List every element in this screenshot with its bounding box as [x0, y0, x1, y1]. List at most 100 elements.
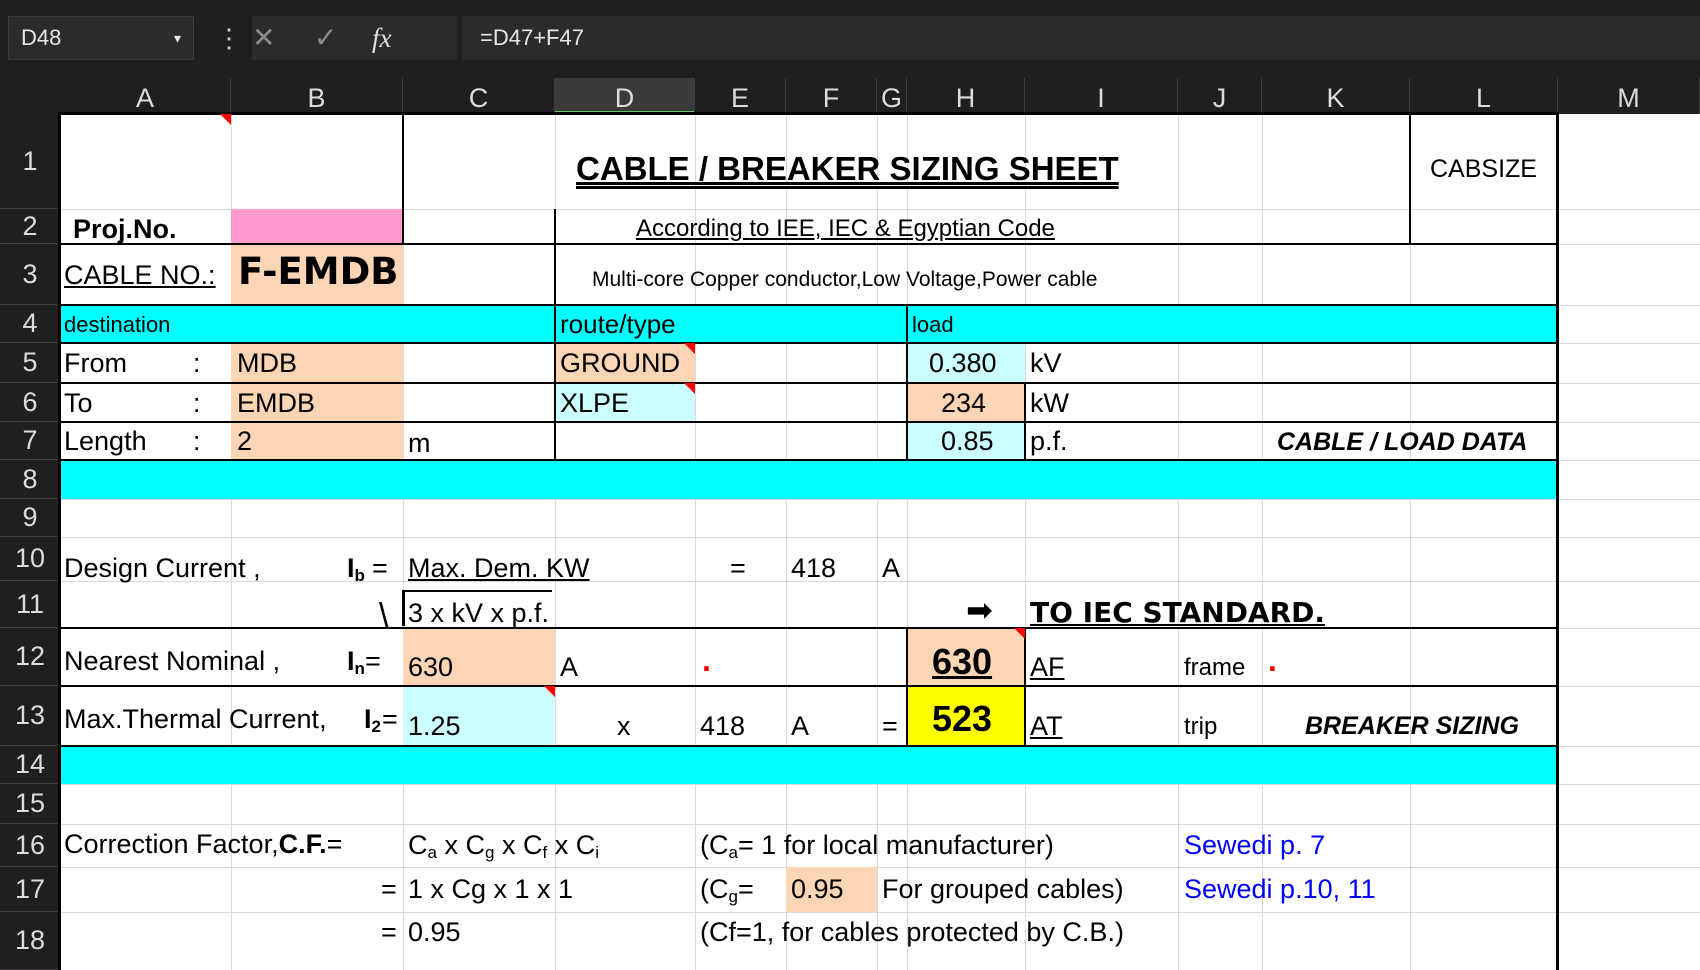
row-header-17[interactable]: 17: [0, 867, 60, 912]
thermal-equals: =: [882, 711, 898, 741]
enter-icon[interactable]: ✓: [314, 16, 344, 60]
pf-unit: p.f.: [1030, 426, 1068, 456]
row-header-4[interactable]: 4: [0, 305, 60, 343]
length-unit: m: [408, 428, 431, 458]
i2-equals: =: [382, 704, 398, 734]
kw-value: 234: [941, 388, 987, 418]
at-value: 523: [932, 698, 993, 739]
length-colon: :: [193, 426, 201, 456]
thermal-base-value: 418: [700, 711, 746, 741]
sewedi-ref-link[interactable]: Sewedi p.10, 11: [1184, 876, 1376, 903]
column-header-e[interactable]: E: [695, 78, 786, 114]
af-value: 630: [932, 641, 993, 682]
thermal-factor-value: 1.25: [408, 711, 461, 741]
column-header-d[interactable]: D: [555, 78, 695, 114]
cable-no-label: CABLE NO.:: [64, 260, 216, 290]
proj-no-input[interactable]: [231, 209, 403, 244]
column-header-g[interactable]: G: [877, 78, 907, 114]
length-value: 2: [237, 426, 253, 456]
to-label: To: [64, 388, 93, 418]
frame-label: frame: [1184, 654, 1246, 681]
insert-function-icon[interactable]: fx: [372, 16, 412, 60]
pf-value: 0.85: [941, 426, 994, 456]
proj-no-label: Proj.No.: [73, 214, 177, 244]
row-header-10[interactable]: 10: [0, 537, 60, 581]
row-header-5[interactable]: 5: [0, 343, 60, 383]
cable-no-value: F-EMDB: [238, 250, 399, 293]
column-headers: A B C D E F G H I J K L M: [0, 78, 1700, 114]
row-header-13[interactable]: 13: [0, 686, 60, 746]
af-label: AF: [1030, 652, 1065, 682]
i2-symbol: I2: [364, 704, 381, 736]
row-header-3[interactable]: 3: [0, 244, 60, 305]
from-colon: :: [193, 348, 201, 378]
column-header-j[interactable]: J: [1178, 78, 1262, 114]
section-band-row4: [60, 305, 1558, 343]
ca-note: (Ca= 1 for local manufacturer): [700, 830, 1054, 862]
row-headers: 1 2 3 4 5 6 7 8 9 10 11 12 13 14 15 16 1…: [0, 114, 60, 970]
row-header-7[interactable]: 7: [0, 422, 60, 460]
nearest-nominal-label: Nearest Nominal ,: [64, 646, 281, 676]
breaker-sizing-label: BREAKER SIZING: [1305, 712, 1519, 740]
row-header-8[interactable]: 8: [0, 460, 60, 499]
length-cell[interactable]: [231, 422, 403, 460]
kw-unit: kW: [1030, 388, 1069, 418]
chevron-down-icon[interactable]: ▾: [174, 17, 181, 59]
design-equals: =: [730, 553, 746, 583]
column-header-m[interactable]: M: [1558, 78, 1700, 114]
length-label: Length: [64, 426, 147, 456]
ib-symbol: Ib: [347, 553, 365, 585]
arrow-right-icon: ➡: [966, 592, 993, 628]
row-header-2[interactable]: 2: [0, 209, 60, 244]
sheet-title: CABLE / BREAKER SIZING SHEET: [576, 150, 1119, 187]
sheet-grid[interactable]: CABLE / BREAKER SIZING SHEET CABSIZE Pro…: [58, 112, 1700, 970]
name-box-value: D48: [21, 25, 62, 50]
section-band-row8: [60, 460, 1558, 499]
row-header-16[interactable]: 16: [0, 824, 60, 867]
column-header-i[interactable]: I: [1025, 78, 1178, 114]
row-header-11[interactable]: 11: [0, 581, 60, 628]
formula-input[interactable]: =D47+F47: [462, 16, 1700, 60]
cf-note: (Cf=1, for cables protected by C.B.): [700, 917, 1124, 947]
nearest-nominal-value: 630: [408, 652, 454, 682]
formula-bar: D48 ▾ ⋮ ✕ ✓ fx =D47+F47: [0, 0, 1700, 78]
row-header-9[interactable]: 9: [0, 499, 60, 537]
column-header-f[interactable]: F: [786, 78, 877, 114]
sheet-code: CABSIZE: [1430, 155, 1537, 183]
nearest-nominal-unit: A: [560, 652, 579, 682]
denominator: 3 x kV x p.f.: [408, 598, 550, 628]
row-header-1[interactable]: 1: [0, 114, 60, 209]
thermal-base-unit: A: [791, 711, 810, 741]
more-options-icon[interactable]: ⋮: [216, 18, 242, 58]
cg-value: 0.95: [791, 874, 844, 904]
column-header-b[interactable]: B: [231, 78, 403, 114]
red-dot-marker: .: [702, 642, 711, 678]
from-label: From: [64, 348, 127, 378]
sqrt-sign: \: [379, 597, 389, 635]
column-header-a[interactable]: A: [60, 78, 231, 114]
cf-label: Correction Factor,C.F.=: [64, 829, 343, 859]
row-header-6[interactable]: 6: [0, 383, 60, 422]
kv-unit: kV: [1030, 348, 1062, 378]
row18-value: 0.95: [408, 917, 461, 947]
column-header-c[interactable]: C: [403, 78, 555, 114]
route-value: GROUND: [560, 348, 680, 378]
row-header-12[interactable]: 12: [0, 628, 60, 686]
to-colon: :: [193, 388, 201, 418]
name-box[interactable]: D48 ▾: [8, 16, 194, 60]
cancel-icon[interactable]: ✕: [252, 16, 282, 60]
times-sign: x: [617, 711, 631, 741]
cg-note-open: (Cg=: [700, 874, 754, 906]
row-header-15[interactable]: 15: [0, 784, 60, 824]
sewedi-ref-link[interactable]: Sewedi p. 7: [1184, 832, 1325, 859]
design-current-unit: A: [882, 553, 901, 583]
cable-description: Multi-core Copper conductor,Low Voltage,…: [592, 268, 1098, 291]
row-header-18[interactable]: 18: [0, 912, 60, 970]
at-label: AT: [1030, 711, 1063, 741]
row-header-14[interactable]: 14: [0, 746, 60, 784]
column-header-l[interactable]: L: [1410, 78, 1558, 114]
design-current-value: 418: [791, 553, 837, 583]
red-dot-marker: .: [1268, 642, 1277, 678]
column-header-h[interactable]: H: [907, 78, 1025, 114]
column-header-k[interactable]: K: [1262, 78, 1410, 114]
